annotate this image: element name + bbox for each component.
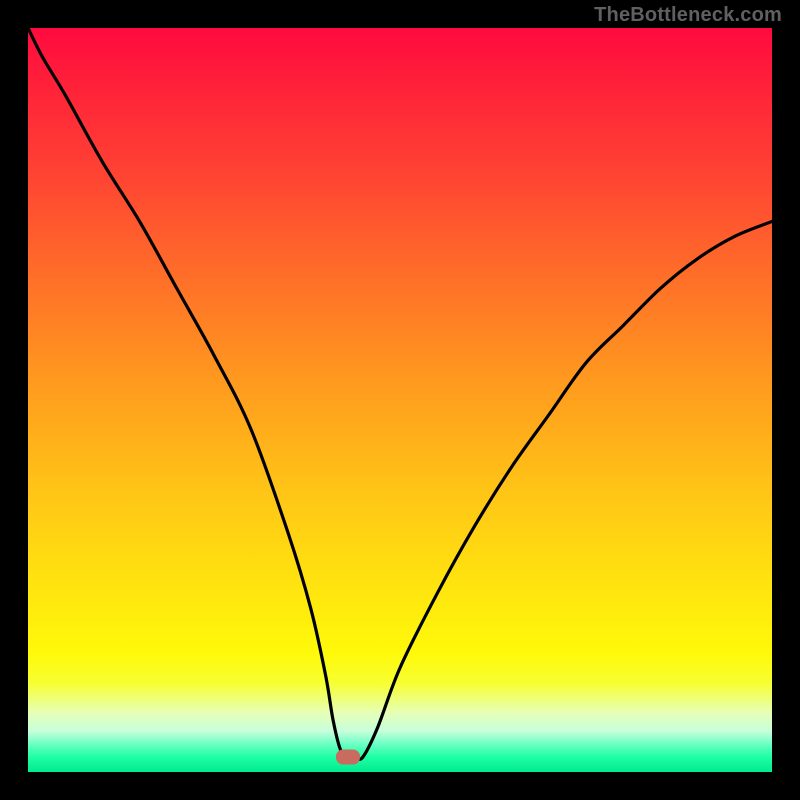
chart-frame: TheBottleneck.com bbox=[0, 0, 800, 800]
bottleneck-curve bbox=[28, 28, 772, 772]
curve-path bbox=[28, 28, 772, 759]
optimal-point-marker bbox=[336, 750, 360, 765]
plot-area bbox=[28, 28, 772, 772]
watermark-text: TheBottleneck.com bbox=[594, 4, 782, 27]
